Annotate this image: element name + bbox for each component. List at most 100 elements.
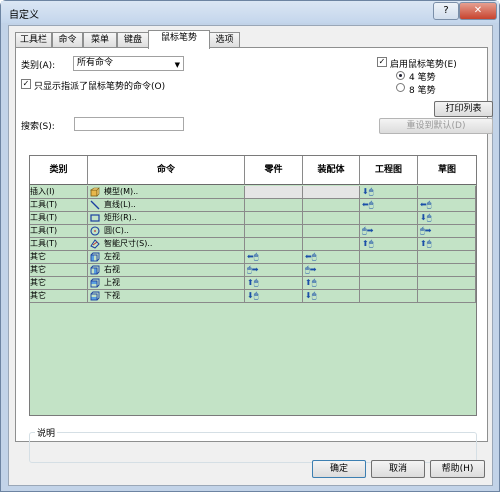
table-row[interactable]: 工具(T) 圆(C).. 🖱➡ 🖱➡ xyxy=(30,225,476,238)
chevron-down-icon: ▼ xyxy=(174,61,180,69)
part-cell[interactable]: ⬆🖱 xyxy=(245,277,303,290)
category-cell: 其它 xyxy=(30,264,88,277)
assembly-cell[interactable] xyxy=(303,212,360,225)
header-assembly[interactable]: 装配体 xyxy=(303,156,360,185)
category-value: 所有命令 xyxy=(77,58,114,68)
part-cell[interactable]: ⬇🖱 xyxy=(245,290,303,303)
close-button[interactable]: ✕ xyxy=(459,2,497,20)
part-cell[interactable]: 🖱➡ xyxy=(245,264,303,277)
sketch-cell[interactable] xyxy=(418,186,476,199)
tab-toolbars[interactable]: 工具栏 xyxy=(15,32,52,48)
drawing-cell[interactable]: ⬅🖱 xyxy=(360,199,418,212)
drawing-cell[interactable] xyxy=(360,277,418,290)
rectangle-icon xyxy=(90,213,100,222)
help-title-button[interactable]: ? xyxy=(433,2,459,20)
category-cell: 工具(T) xyxy=(30,212,88,225)
description-box xyxy=(29,432,477,463)
eight-gestures-label: 8 笔势 xyxy=(409,86,436,96)
table-row[interactable]: 其它 下视 ⬇🖱 ⬇🖱 xyxy=(30,290,476,303)
tab-keyboard[interactable]: 键盘 xyxy=(117,32,149,48)
gesture-table[interactable]: 类别 命令 零件 装配体 工程图 草图 插入(I) 模型(M).. ⬇🖱 工具(… xyxy=(29,155,477,416)
smart-dimension-icon xyxy=(90,238,100,249)
sketch-cell[interactable] xyxy=(418,290,476,303)
header-part[interactable]: 零件 xyxy=(245,156,303,185)
dialog-body: 工具栏 命令 菜单 键盘 鼠标笔势 选项 类别(A): 所有命令 ▼ ✓ 只显示… xyxy=(8,25,493,486)
window-title: 自定义 xyxy=(9,10,39,21)
sketch-cell[interactable]: ⬆🖱 xyxy=(418,238,476,251)
title-bar[interactable]: 自定义 ? ✕ xyxy=(1,1,499,23)
sketch-cell[interactable] xyxy=(418,277,476,290)
header-category[interactable]: 类别 xyxy=(30,156,88,185)
assembly-cell[interactable]: ⬆🖱 xyxy=(303,277,360,290)
category-cell: 其它 xyxy=(30,290,88,303)
reset-defaults-button[interactable]: 重设到默认(D) xyxy=(379,118,493,134)
four-gestures-radio[interactable] xyxy=(396,71,405,80)
mouse-gestures-page: 类别(A): 所有命令 ▼ ✓ 只显示指派了鼠标笔势的命令(O) 搜索(S): … xyxy=(15,47,493,463)
command-label: 模型(M).. xyxy=(104,187,139,196)
sketch-cell[interactable] xyxy=(418,264,476,277)
command-cell: 矩形(R).. xyxy=(88,212,245,225)
assembly-cell[interactable] xyxy=(303,238,360,251)
command-cell: 圆(C).. xyxy=(88,225,245,238)
table-row[interactable]: 其它 左视 ⬅🖱 ⬅🖱 xyxy=(30,251,476,264)
assembly-cell[interactable] xyxy=(303,199,360,212)
assembly-cell[interactable] xyxy=(303,225,360,238)
sketch-cell[interactable] xyxy=(418,251,476,264)
table-row[interactable]: 工具(T) 矩形(R).. ⬇🖱 xyxy=(30,212,476,225)
part-cell[interactable] xyxy=(245,238,303,251)
description-label: 说明 xyxy=(35,426,58,439)
category-select[interactable]: 所有命令 ▼ xyxy=(73,56,184,71)
header-command[interactable]: 命令 xyxy=(88,156,245,185)
print-list-button[interactable]: 打印列表(P)... xyxy=(434,101,493,128)
header-drawing[interactable]: 工程图 xyxy=(360,156,418,185)
category-cell: 其它 xyxy=(30,251,88,264)
sketch-cell[interactable]: ⬇🖱 xyxy=(418,212,476,225)
command-label: 右视 xyxy=(104,265,120,274)
drawing-cell[interactable]: ⬆🖱 xyxy=(360,238,418,251)
left-view-icon xyxy=(90,252,100,261)
part-cell[interactable] xyxy=(245,212,303,225)
enable-gestures-checkbox[interactable]: ✓ xyxy=(377,57,387,67)
table-row[interactable]: 工具(T) 直线(L).. ⬅🖱 ⬅🖱 xyxy=(30,199,476,212)
search-input[interactable] xyxy=(74,117,184,131)
tab-commands[interactable]: 命令 xyxy=(52,32,83,48)
table-row[interactable]: 插入(I) 模型(M).. ⬇🖱 xyxy=(30,186,476,199)
only-assigned-checkbox[interactable]: ✓ xyxy=(21,79,31,89)
help-button[interactable]: 帮助(H) xyxy=(430,460,485,478)
command-label: 上视 xyxy=(104,278,120,287)
header-sketch[interactable]: 草图 xyxy=(418,156,476,185)
drawing-cell[interactable]: ⬇🖱 xyxy=(360,186,418,199)
eight-gestures-radio[interactable] xyxy=(396,83,405,92)
table-row[interactable]: 其它 右视 🖱➡ 🖱➡ xyxy=(30,264,476,277)
command-cell: 上视 xyxy=(88,277,245,290)
cancel-button[interactable]: 取消 xyxy=(371,460,425,478)
drawing-cell[interactable] xyxy=(360,212,418,225)
part-cell[interactable] xyxy=(245,225,303,238)
only-assigned-label: 只显示指派了鼠标笔势的命令(O) xyxy=(34,82,166,92)
tab-options[interactable]: 选项 xyxy=(209,32,240,48)
sketch-cell[interactable]: ⬅🖱 xyxy=(418,199,476,212)
part-cell[interactable]: ⬅🖱 xyxy=(245,251,303,264)
category-label: 类别(A): xyxy=(21,61,56,71)
assembly-cell[interactable] xyxy=(303,186,360,199)
tab-mouse-gestures[interactable]: 鼠标笔势 xyxy=(148,30,210,49)
category-cell: 工具(T) xyxy=(30,225,88,238)
ok-button[interactable]: 确定 xyxy=(312,460,366,478)
assembly-cell[interactable]: ⬅🖱 xyxy=(303,251,360,264)
table-row[interactable]: 其它 上视 ⬆🖱 ⬆🖱 xyxy=(30,277,476,290)
sketch-cell[interactable]: 🖱➡ xyxy=(418,225,476,238)
part-cell[interactable] xyxy=(245,199,303,212)
tab-menus[interactable]: 菜单 xyxy=(83,32,117,48)
assembly-cell[interactable]: 🖱➡ xyxy=(303,264,360,277)
part-cell[interactable] xyxy=(245,186,303,199)
search-label: 搜索(S): xyxy=(21,122,55,132)
command-label: 左视 xyxy=(104,252,120,261)
command-label: 圆(C).. xyxy=(104,226,129,235)
drawing-cell[interactable]: 🖱➡ xyxy=(360,225,418,238)
assembly-cell[interactable]: ⬇🖱 xyxy=(303,290,360,303)
table-row[interactable]: 工具(T) 智能尺寸(S).. ⬆🖱 ⬆🖱 xyxy=(30,238,476,251)
drawing-cell[interactable] xyxy=(360,290,418,303)
drawing-cell[interactable] xyxy=(360,251,418,264)
drawing-cell[interactable] xyxy=(360,264,418,277)
category-cell: 工具(T) xyxy=(30,238,88,251)
